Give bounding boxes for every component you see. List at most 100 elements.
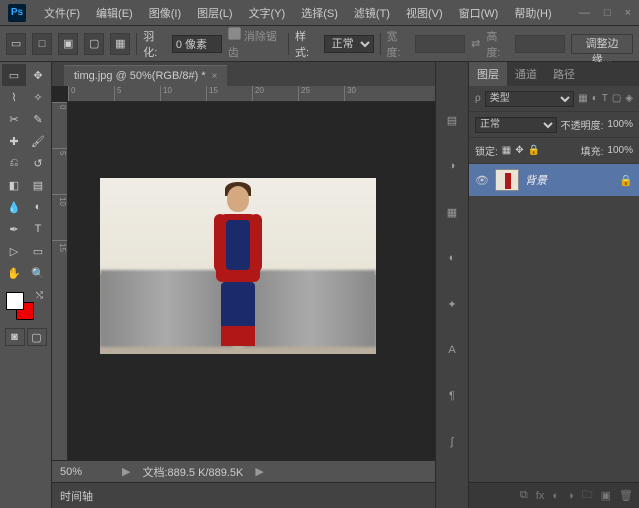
magic-wand-tool[interactable]: ✧ <box>26 86 50 108</box>
menu-select[interactable]: 选择(S) <box>293 5 346 21</box>
pen-tool[interactable]: ✒ <box>2 218 26 240</box>
eraser-tool[interactable]: ◧ <box>2 174 26 196</box>
add-selection-icon[interactable]: ▣ <box>58 33 78 55</box>
tab-channels[interactable]: 通道 <box>507 62 545 86</box>
blur-tool[interactable]: 💧 <box>2 196 26 218</box>
gradient-tool[interactable]: ▤ <box>26 174 50 196</box>
link-layers-icon[interactable]: ⧉ <box>520 489 528 502</box>
paragraph-panel-icon[interactable]: ¶ <box>440 384 464 408</box>
menu-edit[interactable]: 编辑(E) <box>88 5 141 21</box>
layer-thumbnail[interactable] <box>495 169 519 191</box>
canvas[interactable] <box>100 178 376 354</box>
opacity-value[interactable]: 100% <box>607 119 633 130</box>
titlebar: Ps 文件(F) 编辑(E) 图像(I) 图层(L) 文字(Y) 选择(S) 滤… <box>0 0 639 26</box>
healing-tool[interactable]: ✚ <box>2 130 26 152</box>
hand-tool[interactable]: ✋ <box>2 262 26 284</box>
new-group-icon[interactable]: 🗀 <box>582 486 593 505</box>
menu-view[interactable]: 视图(V) <box>398 5 451 21</box>
document-info[interactable]: 文档:889.5 K/889.5K <box>142 464 243 480</box>
history-brush-tool[interactable]: ↺ <box>26 152 50 174</box>
document-tab[interactable]: timg.jpg @ 50%(RGB/8#) * × <box>64 65 227 86</box>
menu-layer[interactable]: 图层(L) <box>189 5 240 21</box>
close-button[interactable]: × <box>625 7 631 19</box>
blend-row: 正常 不透明度: 100% <box>469 112 639 138</box>
crop-tool[interactable]: ✂ <box>2 108 26 130</box>
blend-mode-select[interactable]: 正常 <box>475 117 557 133</box>
marquee-tool[interactable]: ▭ <box>2 64 26 86</box>
lock-position-icon[interactable]: ✥ <box>515 145 523 156</box>
separator <box>288 33 289 55</box>
image-subject <box>206 182 270 354</box>
menu-image[interactable]: 图像(I) <box>141 5 189 21</box>
zoom-tool[interactable]: 🔍 <box>26 262 50 284</box>
status-arrow-icon[interactable]: ▶ <box>255 465 263 478</box>
tab-close-icon[interactable]: × <box>212 71 218 82</box>
styles-panel-icon[interactable]: ✦ <box>440 292 464 316</box>
lock-row: 锁定: ▦ ✥ 🔒 填充: 100% <box>469 138 639 164</box>
new-layer-icon[interactable]: ▣ <box>601 489 611 502</box>
ruler-vertical: 051015 <box>52 102 68 460</box>
maximize-button[interactable]: □ <box>604 7 611 19</box>
fill-label: 填充: <box>581 143 604 158</box>
character-panel-icon[interactable]: A <box>440 338 464 362</box>
delete-layer-icon[interactable]: 🗑 <box>619 489 633 502</box>
intersect-selection-icon[interactable]: ▦ <box>110 33 130 55</box>
layer-style-icon[interactable]: fx <box>536 490 545 502</box>
layer-row[interactable]: 👁 背景 🔒 <box>469 164 639 196</box>
brush-tool[interactable]: 🖌 <box>26 130 50 152</box>
lock-pixels-icon[interactable]: ▦ <box>502 145 511 156</box>
marquee-preset-icon[interactable]: ▭ <box>6 33 26 55</box>
adjustments-panel-icon[interactable]: ◐ <box>440 246 464 270</box>
menu-window[interactable]: 窗口(W) <box>451 5 507 21</box>
height-input <box>515 35 565 53</box>
filter-pixel-icon[interactable]: ▦ <box>578 93 587 104</box>
timeline-panel[interactable]: 时间轴 <box>52 482 435 508</box>
layer-mask-icon[interactable]: ◐ <box>552 490 559 502</box>
stamp-tool[interactable]: ⎌ <box>2 152 26 174</box>
filter-shape-icon[interactable]: ▢ <box>612 93 621 104</box>
layer-filter-row: ρ 类型 ▦ ◐ T ▢ ◈ <box>469 86 639 112</box>
fill-value[interactable]: 100% <box>607 145 633 156</box>
menu-filter[interactable]: 滤镜(T) <box>346 5 398 21</box>
layer-list: 👁 背景 🔒 <box>469 164 639 482</box>
layer-name[interactable]: 背景 <box>525 172 547 188</box>
separator <box>136 33 137 55</box>
refine-edge-button[interactable]: 调整边缘... <box>571 34 633 54</box>
tab-layers[interactable]: 图层 <box>469 62 507 86</box>
feather-input[interactable] <box>172 35 222 53</box>
style-select[interactable]: 正常 <box>324 35 374 53</box>
subtract-selection-icon[interactable]: ▢ <box>84 33 104 55</box>
canvas-viewport[interactable]: 051015202530 051015 <box>52 86 435 460</box>
filter-type-icon[interactable]: T <box>602 93 608 104</box>
adjustment-layer-icon[interactable]: ◑ <box>567 490 574 502</box>
visibility-toggle-icon[interactable]: 👁 <box>475 174 489 187</box>
dodge-tool[interactable]: ◐ <box>26 196 50 218</box>
path-select-tool[interactable]: ▷ <box>2 240 26 262</box>
tab-paths[interactable]: 路径 <box>545 62 583 86</box>
lasso-tool[interactable]: ⌇ <box>2 86 26 108</box>
filter-smart-icon[interactable]: ◈ <box>625 93 633 104</box>
menu-type[interactable]: 文字(Y) <box>241 5 294 21</box>
lock-all-icon[interactable]: 🔒 <box>528 145 540 156</box>
swatches-panel-icon[interactable]: ▦ <box>440 200 464 224</box>
quickmask-button[interactable]: ◙ <box>5 328 25 346</box>
type-tool[interactable]: T <box>26 218 50 240</box>
color-panel-icon[interactable]: ◑ <box>440 154 464 178</box>
menu-file[interactable]: 文件(F) <box>36 5 88 21</box>
minimize-button[interactable]: — <box>579 7 590 19</box>
brush-panel-icon[interactable]: ʃ <box>440 430 464 454</box>
new-selection-icon[interactable]: □ <box>32 33 52 55</box>
screenmode-button[interactable]: ▢ <box>27 328 47 346</box>
zoom-level[interactable]: 50% <box>60 466 110 478</box>
menu-help[interactable]: 帮助(H) <box>506 5 559 21</box>
filter-adjust-icon[interactable]: ◐ <box>592 93 598 104</box>
move-tool[interactable]: ✥ <box>26 64 50 86</box>
status-play-icon[interactable]: ▶ <box>122 465 130 478</box>
height-label: 高度: <box>486 28 509 60</box>
swap-colors-icon[interactable]: ⤭ <box>36 290 43 301</box>
eyedropper-tool[interactable]: ✎ <box>26 108 50 130</box>
history-panel-icon[interactable]: ▤ <box>440 108 464 132</box>
shape-tool[interactable]: ▭ <box>26 240 50 262</box>
filter-kind-select[interactable]: 类型 <box>485 91 575 107</box>
foreground-color[interactable] <box>6 292 24 310</box>
